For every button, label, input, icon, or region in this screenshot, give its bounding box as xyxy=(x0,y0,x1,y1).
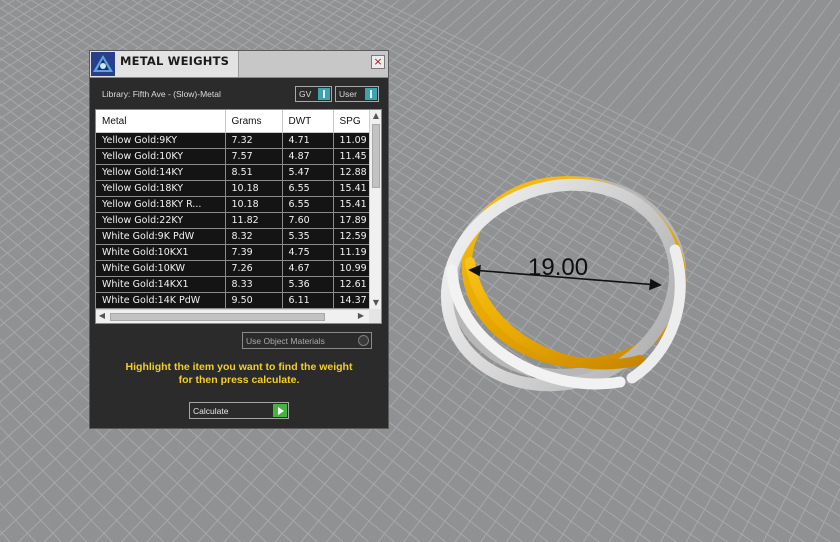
table-row[interactable]: Yellow Gold:10KY 7.57 4.87 11.45 xyxy=(96,148,370,165)
table-row[interactable]: White Gold:10KX1 7.39 4.75 11.19 xyxy=(96,244,370,261)
cell-spg: 11.19 xyxy=(333,244,370,261)
cell-dwt: 6.55 xyxy=(282,196,334,213)
column-header-grams[interactable]: Grams xyxy=(225,110,283,133)
cell-metal: White Gold:14KX1 xyxy=(96,276,226,293)
cell-metal: White Gold:10KX1 xyxy=(96,244,226,261)
cell-metal: White Gold:9K PdW xyxy=(96,228,226,245)
cell-dwt: 7.60 xyxy=(282,212,334,229)
cell-spg: 11.45 xyxy=(333,148,370,165)
table-row[interactable]: White Gold:14K PdW 9.50 6.11 14.37 xyxy=(96,292,370,309)
cell-metal: White Gold:14K PdW xyxy=(96,292,226,309)
title-tab: METAL WEIGHTS xyxy=(90,51,239,77)
cell-spg: 12.59 xyxy=(333,228,370,245)
window-title: METAL WEIGHTS xyxy=(120,54,230,68)
gv-toggle[interactable]: GV xyxy=(295,86,332,102)
instruction-line-2: for then press calculate. xyxy=(178,374,300,386)
cell-grams: 10.18 xyxy=(225,196,283,213)
matrix-logo-icon xyxy=(91,52,115,76)
cell-grams: 7.57 xyxy=(225,148,283,165)
column-header-spg[interactable]: SPG xyxy=(333,110,370,133)
cell-grams: 7.26 xyxy=(225,260,283,277)
table-row[interactable]: Yellow Gold:9KY 7.32 4.71 11.09 xyxy=(96,132,370,149)
cell-metal: White Gold:10KW xyxy=(96,260,226,277)
cell-spg: 10.99 xyxy=(333,260,370,277)
radio-circle-icon xyxy=(358,335,369,346)
cell-metal: Yellow Gold:22KY xyxy=(96,212,226,229)
vertical-scrollbar[interactable]: ▲ ▼ xyxy=(369,110,381,309)
use-object-materials-toggle[interactable]: Use Object Materials xyxy=(242,332,372,349)
cell-grams: 11.82 xyxy=(225,212,283,229)
cell-dwt: 4.87 xyxy=(282,148,334,165)
table-row[interactable]: Yellow Gold:18KY R... 10.18 6.55 15.41 xyxy=(96,196,370,213)
cell-grams: 9.50 xyxy=(225,292,283,309)
cell-metal: Yellow Gold:18KY R... xyxy=(96,196,226,213)
library-label: Library: Fifth Ave - (Slow)-Metal xyxy=(102,89,221,99)
dimension-value: 19.00 xyxy=(528,254,589,281)
toggle-knob-icon xyxy=(365,88,377,100)
cell-grams: 8.33 xyxy=(225,276,283,293)
table-header-row: Metal Grams DWT SPG xyxy=(96,110,370,133)
cell-grams: 10.18 xyxy=(225,180,283,197)
cell-dwt: 4.71 xyxy=(282,132,334,149)
metal-weights-panel: METAL WEIGHTS × Library: Fifth Ave - (Sl… xyxy=(89,50,389,429)
cell-metal: Yellow Gold:14KY xyxy=(96,164,226,181)
cell-spg: 15.41 xyxy=(333,196,370,213)
table-row[interactable]: White Gold:9K PdW 8.32 5.35 12.59 xyxy=(96,228,370,245)
gv-toggle-label: GV xyxy=(299,89,312,99)
metal-table[interactable]: Metal Grams DWT SPG Yellow Gold:9KY 7.32 4… xyxy=(95,109,382,324)
table-row[interactable]: Yellow Gold:14KY 8.51 5.47 12.88 xyxy=(96,164,370,181)
scroll-left-icon[interactable]: ◀ xyxy=(97,311,107,321)
cell-spg: 12.61 xyxy=(333,276,370,293)
scroll-right-icon[interactable]: ▶ xyxy=(356,311,366,321)
cell-dwt: 6.11 xyxy=(282,292,334,309)
cell-spg: 11.09 xyxy=(333,132,370,149)
cell-dwt: 4.67 xyxy=(282,260,334,277)
cell-spg: 15.41 xyxy=(333,180,370,197)
cell-metal: Yellow Gold:10KY xyxy=(96,148,226,165)
title-bar[interactable]: METAL WEIGHTS × xyxy=(90,51,388,78)
user-toggle[interactable]: User xyxy=(335,86,379,102)
table-row[interactable]: White Gold:10KW 7.26 4.67 10.99 xyxy=(96,260,370,277)
instruction-line-1: Highlight the item you want to find the … xyxy=(125,361,353,373)
vertical-scroll-thumb[interactable] xyxy=(372,124,380,188)
cell-dwt: 6.55 xyxy=(282,180,334,197)
cell-spg: 17.89 xyxy=(333,212,370,229)
calculate-label: Calculate xyxy=(193,406,229,416)
cell-metal: Yellow Gold:9KY xyxy=(96,132,226,149)
horizontal-scroll-thumb[interactable] xyxy=(110,313,325,321)
cell-dwt: 5.47 xyxy=(282,164,334,181)
cell-grams: 8.51 xyxy=(225,164,283,181)
cell-spg: 14.37 xyxy=(333,292,370,309)
column-header-dwt[interactable]: DWT xyxy=(282,110,334,133)
play-arrow-icon xyxy=(273,404,287,417)
calculate-button[interactable]: Calculate xyxy=(189,402,289,419)
table-row[interactable]: White Gold:14KX1 8.33 5.36 12.61 xyxy=(96,276,370,293)
toggle-knob-icon xyxy=(318,88,330,100)
cell-grams: 7.39 xyxy=(225,244,283,261)
instruction-text: Highlight the item you want to find the … xyxy=(106,361,372,387)
column-header-metal[interactable]: Metal xyxy=(96,110,226,133)
close-icon[interactable]: × xyxy=(371,55,385,69)
scroll-up-icon[interactable]: ▲ xyxy=(371,111,381,121)
table-row[interactable]: Yellow Gold:22KY 11.82 7.60 17.89 xyxy=(96,212,370,229)
table-row[interactable]: Yellow Gold:18KY 10.18 6.55 15.41 xyxy=(96,180,370,197)
cell-grams: 8.32 xyxy=(225,228,283,245)
cell-dwt: 4.75 xyxy=(282,244,334,261)
use-object-materials-label: Use Object Materials xyxy=(246,336,325,346)
cell-dwt: 5.36 xyxy=(282,276,334,293)
cell-spg: 12.88 xyxy=(333,164,370,181)
user-toggle-label: User xyxy=(339,89,357,99)
cell-dwt: 5.35 xyxy=(282,228,334,245)
scroll-corner xyxy=(369,309,381,323)
cell-grams: 7.32 xyxy=(225,132,283,149)
horizontal-scrollbar[interactable]: ◀ ▶ xyxy=(96,309,369,323)
cell-metal: Yellow Gold:18KY xyxy=(96,180,226,197)
scroll-down-icon[interactable]: ▼ xyxy=(371,298,381,308)
